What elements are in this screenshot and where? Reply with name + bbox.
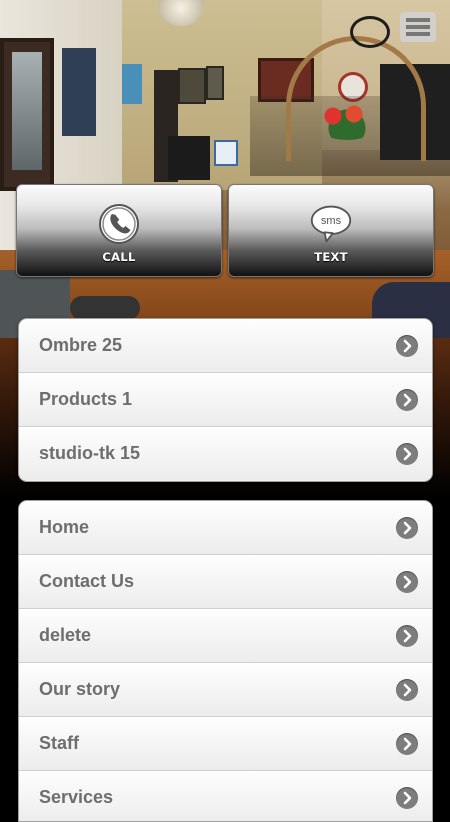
list-item-products[interactable]: Products 1 bbox=[19, 373, 432, 427]
menu-item-home[interactable]: Home bbox=[19, 501, 432, 555]
phone-icon bbox=[99, 204, 139, 244]
chevron-right-icon bbox=[396, 334, 418, 357]
main-menu-list: Home Contact Us delete Our story Staff S… bbox=[18, 500, 433, 822]
menu-item-label: Our story bbox=[39, 679, 121, 699]
categories-list: Ombre 25 Products 1 studio-tk 15 bbox=[18, 318, 433, 482]
salon-hero-image bbox=[0, 0, 450, 338]
list-item-label: studio-tk 15 bbox=[39, 443, 141, 463]
list-item-ombre[interactable]: Ombre 25 bbox=[19, 319, 432, 373]
chevron-right-icon bbox=[396, 388, 418, 411]
menu-item-label: Home bbox=[39, 517, 90, 537]
list-item-label: Ombre 25 bbox=[39, 335, 123, 355]
menu-item-contact-us[interactable]: Contact Us bbox=[19, 555, 432, 609]
sms-bubble-icon: sms bbox=[310, 205, 352, 243]
chevron-right-icon bbox=[396, 624, 418, 647]
call-label: CALL bbox=[102, 250, 136, 264]
menu-overflow-icon[interactable] bbox=[400, 12, 436, 42]
menu-item-label: Contact Us bbox=[39, 571, 135, 591]
chevron-right-icon bbox=[396, 442, 418, 465]
chevron-right-icon bbox=[396, 732, 418, 755]
menu-item-delete[interactable]: delete bbox=[19, 609, 432, 663]
chevron-right-icon bbox=[396, 678, 418, 701]
sms-icon-text: sms bbox=[321, 215, 342, 227]
chevron-right-icon bbox=[396, 570, 418, 593]
list-item-studio-tk[interactable]: studio-tk 15 bbox=[19, 427, 432, 480]
list-item-label: Products 1 bbox=[39, 389, 133, 409]
menu-item-label: Services bbox=[39, 787, 114, 807]
text-label: TEXT bbox=[314, 250, 348, 264]
menu-item-staff[interactable]: Staff bbox=[19, 717, 432, 771]
chevron-right-icon bbox=[396, 786, 418, 809]
menu-item-our-story[interactable]: Our story bbox=[19, 663, 432, 717]
menu-item-services[interactable]: Services bbox=[19, 771, 432, 821]
menu-item-label: delete bbox=[39, 625, 92, 645]
chevron-right-icon bbox=[396, 516, 418, 539]
menu-item-label: Staff bbox=[39, 733, 79, 753]
call-button[interactable]: CALL bbox=[16, 184, 222, 277]
text-button[interactable]: sms TEXT bbox=[228, 184, 434, 277]
